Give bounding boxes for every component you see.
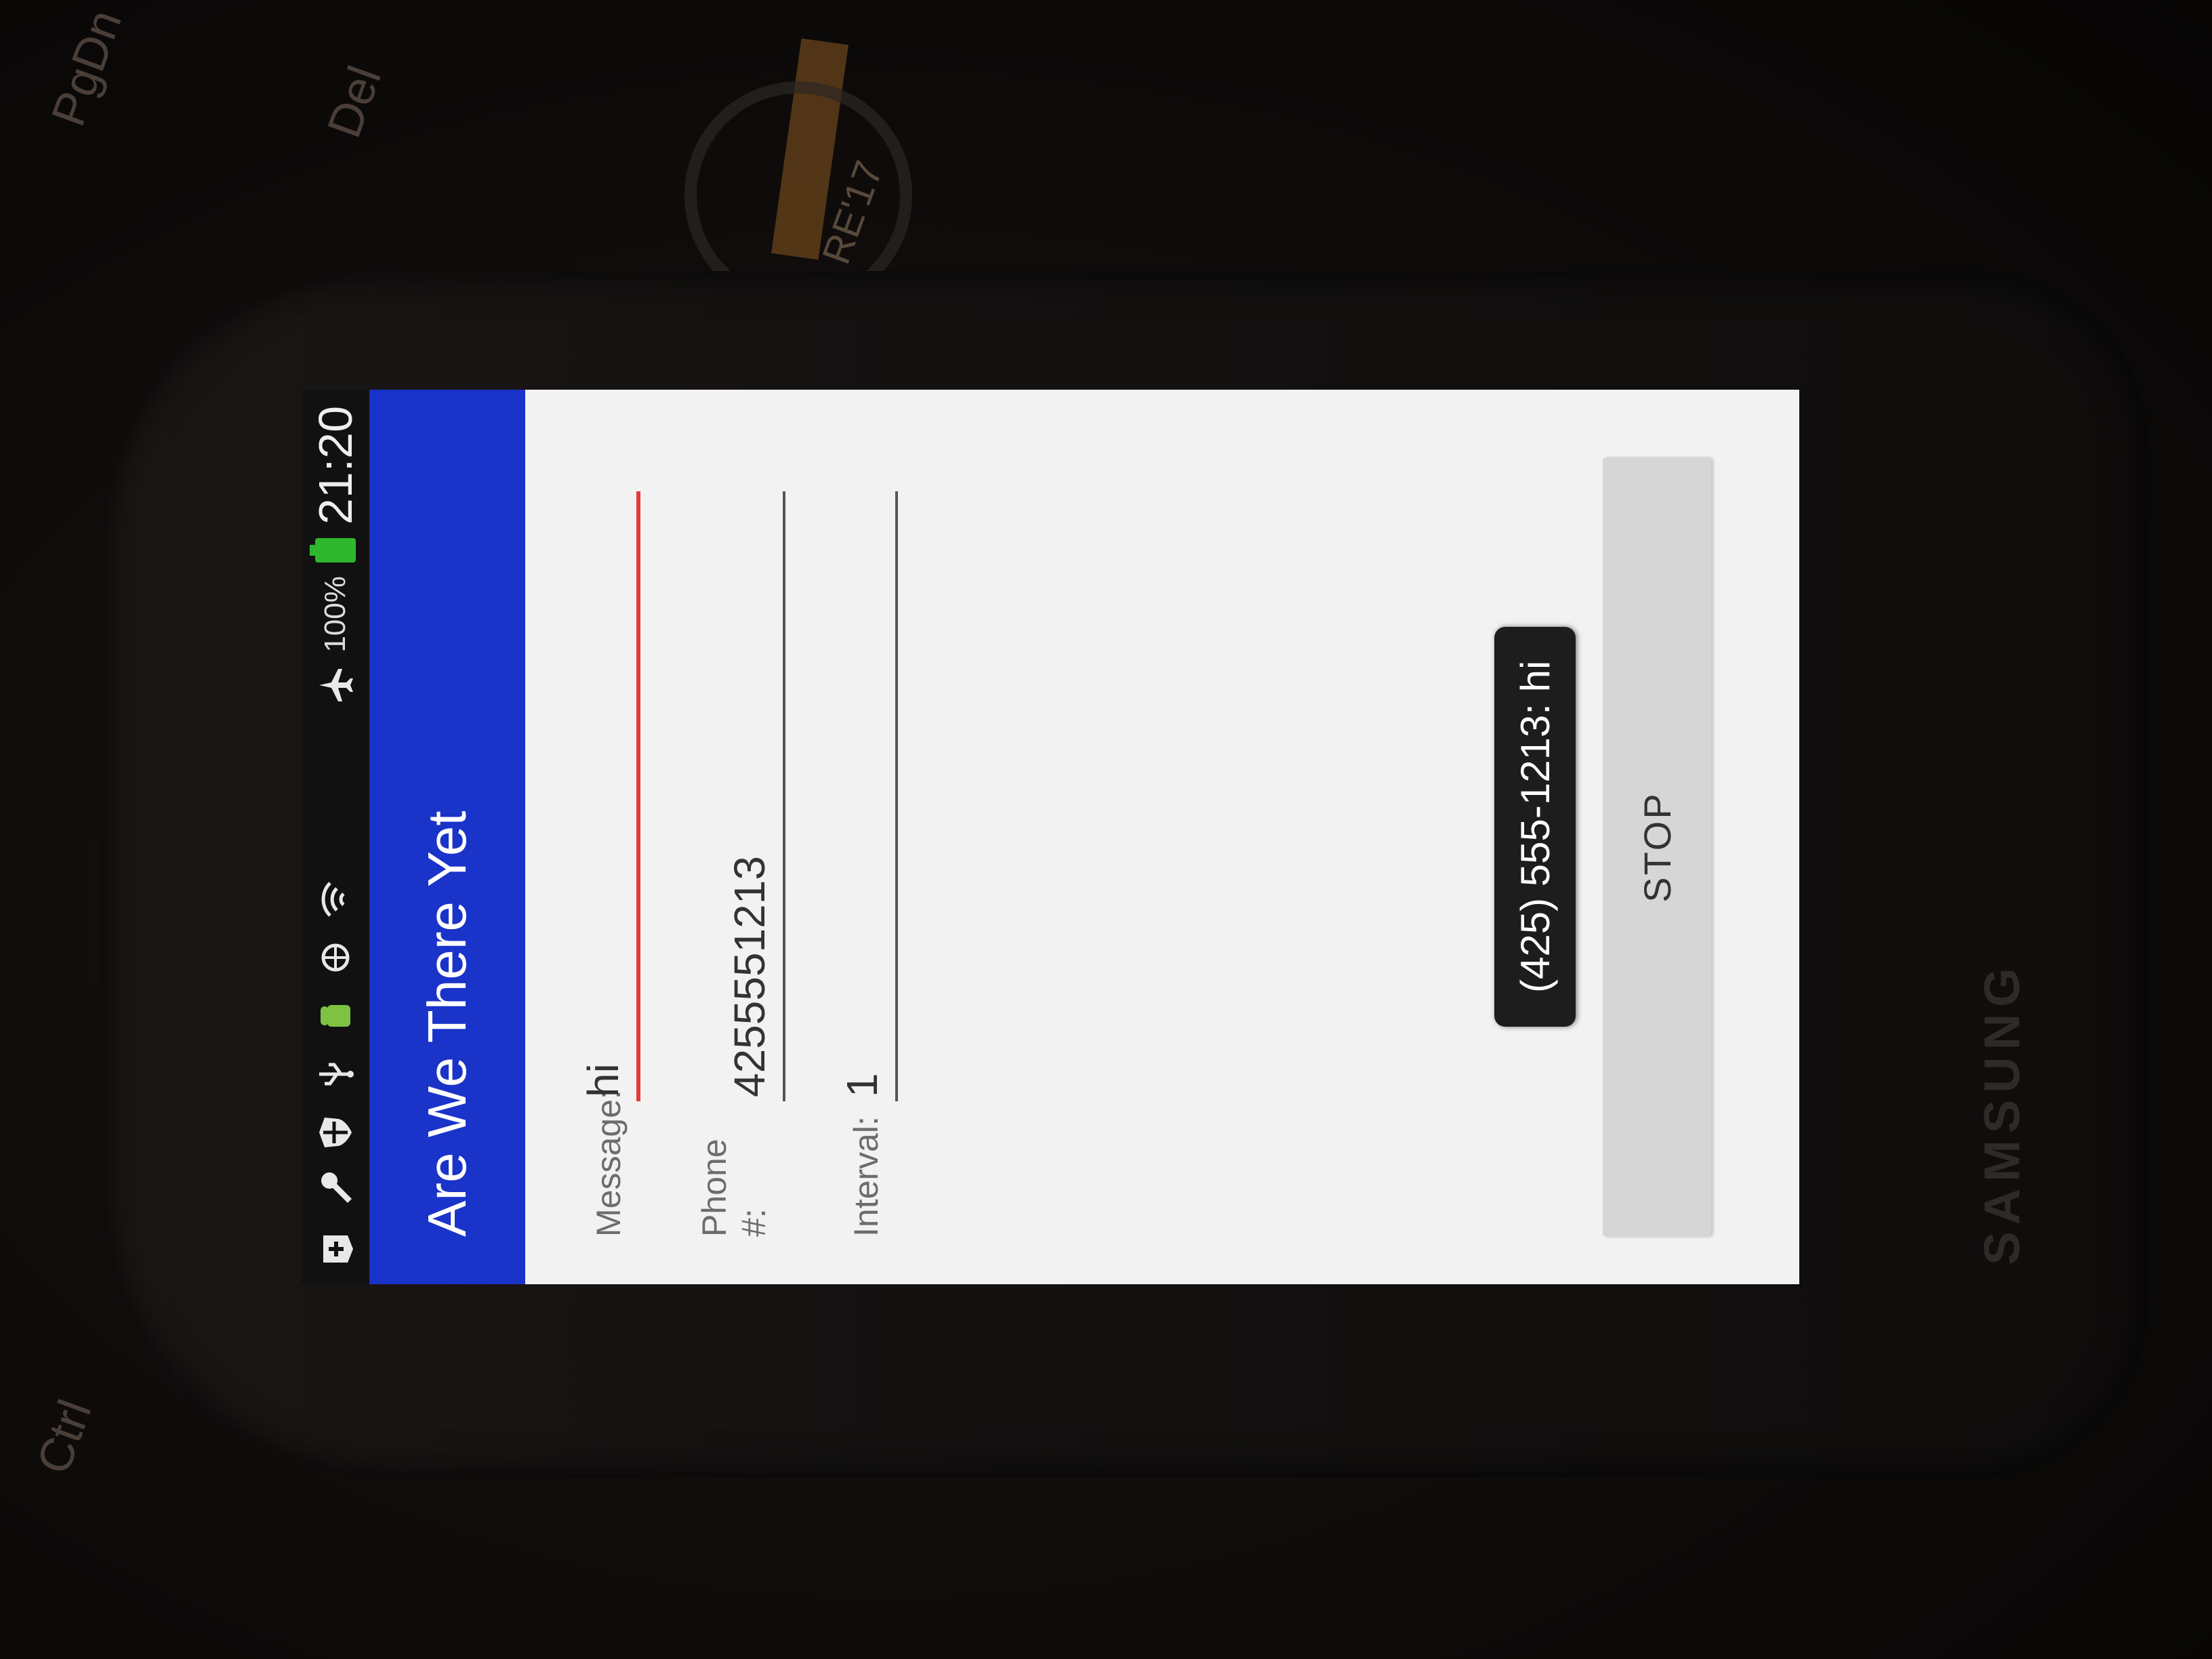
phone-field[interactable]: 4255551213 [711,491,785,1101]
message-value: hi [579,1063,628,1097]
phone-screen: 100% 21:20 Are We There Yet Message: hi … [302,390,1799,1284]
wrench-icon [316,1172,354,1210]
message-field[interactable]: hi [566,491,640,1101]
add-icon [316,1230,354,1268]
stop-button[interactable]: STOP [1603,457,1711,1237]
interval-row: Interval: 1 [823,491,898,1237]
brand-logo: SAMSUNG [1973,961,2030,1265]
keyboard-key-pgdn: PgDn [41,3,132,133]
phone-row: Phone #: 4255551213 [695,491,785,1237]
signal-icon [316,939,354,977]
keyboard-key-del: Del [316,59,392,144]
interval-label: Interval: [847,1116,885,1237]
airplane-icon [316,666,354,704]
message-row: Message: hi [566,491,640,1237]
app-bar: Are We There Yet [369,390,525,1284]
settings-form: Message: hi Phone #: 4255551213 Interval… [525,390,1474,1284]
interval-value: 1 [838,1073,886,1097]
notification-icons [316,704,354,1268]
shield-icon [316,1113,354,1151]
photo-scene: Ctrl PgDn Del RE'17 verizon SAMSUNG [0,0,2212,1659]
system-status: 100% 21:20 [308,406,363,704]
battery-percent: 100% [319,576,352,653]
android-icon [316,997,354,1035]
usb-icon [316,1055,354,1093]
app-title: Are We There Yet [417,811,477,1237]
message-label: Message: [590,1090,628,1237]
wifi-icon [316,880,354,918]
keyboard-key-ctrl: Ctrl [26,1393,102,1481]
phone-value: 4255551213 [725,856,774,1097]
clock: 21:20 [309,406,362,525]
toast-message: (425) 555-1213: hi [1494,626,1576,1027]
battery-icon [315,538,356,563]
phone-label: Phone #: [695,1139,773,1237]
status-bar: 100% 21:20 [302,390,369,1284]
interval-field[interactable]: 1 [823,491,898,1101]
app-screen: 100% 21:20 Are We There Yet Message: hi … [302,390,1799,1284]
